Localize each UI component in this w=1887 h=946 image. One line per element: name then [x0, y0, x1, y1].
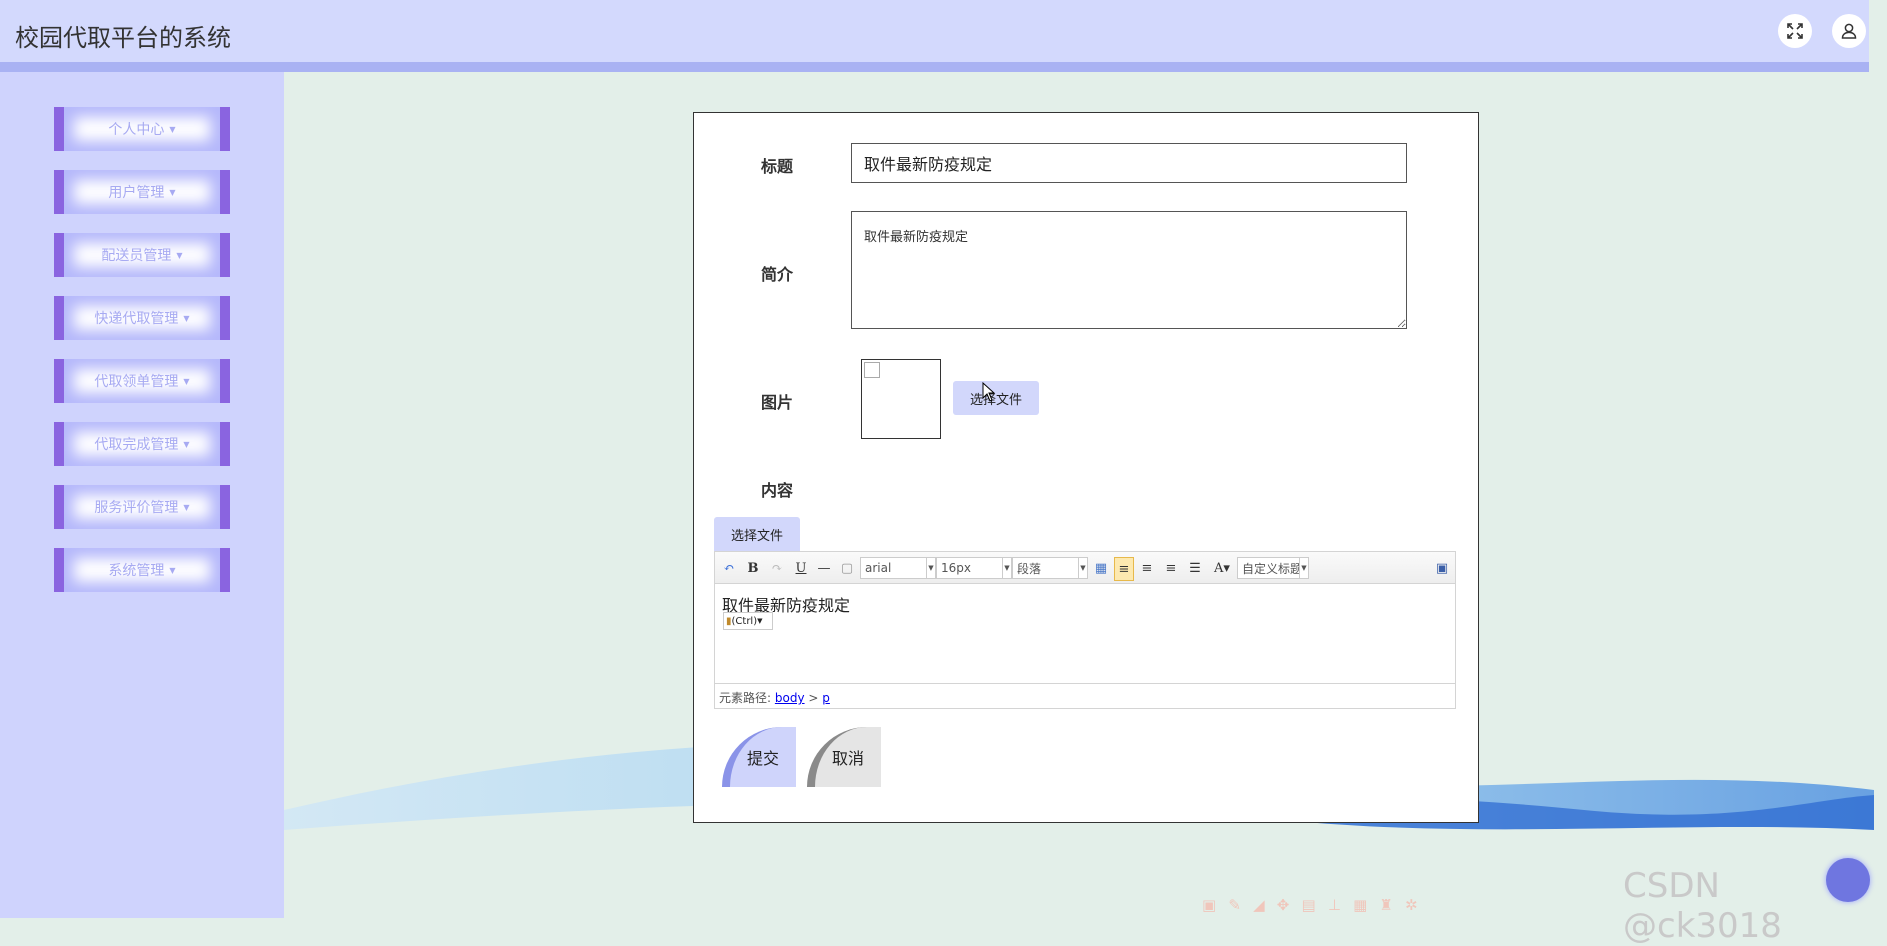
broken-image-icon	[864, 362, 880, 378]
floating-assist-button[interactable]	[1826, 858, 1870, 902]
custom-title-select[interactable]: 自定义标题 ▼	[1237, 557, 1309, 579]
image-choose-file-button[interactable]: 选择文件	[953, 381, 1039, 415]
element-path-label: 元素路径:	[719, 691, 772, 705]
content-choose-file-button[interactable]: 选择文件	[714, 517, 800, 551]
caret-down-icon: ▼	[926, 558, 935, 578]
submit-button[interactable]: 提交	[722, 727, 796, 787]
sidebar-item-label: 系统管理	[108, 563, 165, 579]
undo-icon[interactable]: ↶	[721, 558, 737, 578]
top-header: 校园代取平台的系统	[0, 0, 1869, 72]
sidebar-item-completion-management[interactable]: 代取完成管理 ▼	[54, 422, 230, 466]
app-title: 校园代取平台的系统	[15, 24, 231, 52]
caret-down-icon: ▼	[1002, 558, 1011, 578]
align-right-icon[interactable]: ≡	[1138, 558, 1156, 578]
path-p-link[interactable]: p	[822, 691, 830, 705]
paragraph-value: 段落	[1017, 561, 1042, 576]
intro-label: 简介	[761, 265, 794, 284]
editor-paragraph: 取件最新防疫规定	[722, 596, 851, 615]
sidebar-item-courier-management[interactable]: 配送员管理 ▼	[54, 233, 230, 277]
paste-hint: (Ctrl)	[731, 615, 758, 627]
path-separator: >	[808, 691, 819, 705]
underline-icon[interactable]: U	[793, 558, 809, 578]
redo-icon[interactable]: ↷	[769, 558, 785, 578]
fullscreen-button[interactable]	[1778, 14, 1812, 48]
sidebar-item-review-management[interactable]: 服务评价管理 ▼	[54, 485, 230, 529]
paste-options-chip[interactable]: ▮ (Ctrl) ▼	[723, 612, 773, 630]
content-label: 内容	[761, 481, 794, 500]
caret-down-icon: ▼	[169, 187, 176, 197]
font-family-value: arial	[865, 561, 892, 575]
align-left-icon[interactable]: ≡	[1114, 557, 1134, 581]
edit-form-panel: 标题 简介 取件最新防疫规定 图片 选择文件 内容 选择文件 ↶ B ↷ U —…	[693, 112, 1479, 823]
font-size-select[interactable]: 16px ▼	[936, 557, 1012, 579]
rich-text-editor: ↶ B ↷ U — ▢ arial ▼ 16px ▼ 段落 ▼ ▦ ≡ ≡ ≡ ☰ A…	[714, 551, 1456, 709]
editor-statusbar: 元素路径: body > p	[715, 683, 1455, 708]
ime-toolbar[interactable]: ▣ ✎ ◢ ✥ ▤ ⊥ ▦ ♜ ✲	[1202, 896, 1422, 914]
image-label: 图片	[761, 393, 794, 412]
editor-toolbar: ↶ B ↷ U — ▢ arial ▼ 16px ▼ 段落 ▼ ▦ ≡ ≡ ≡ ☰ A…	[715, 552, 1455, 584]
sidebar-item-pickup-management[interactable]: 快递代取管理 ▼	[54, 296, 230, 340]
caret-down-icon: ▼	[169, 565, 176, 575]
caret-down-icon: ▼	[183, 376, 190, 386]
fullscreen-icon	[1787, 23, 1803, 39]
sidebar-item-label: 代取领单管理	[94, 374, 179, 390]
sidebar-item-label: 配送员管理	[101, 248, 172, 264]
preview-icon[interactable]: ▣	[1433, 558, 1451, 578]
sidebar-item-order-claim-management[interactable]: 代取领单管理 ▼	[54, 359, 230, 403]
user-icon	[1841, 23, 1857, 39]
sidebar-item-label: 快递代取管理	[94, 311, 179, 327]
bold-icon[interactable]: B	[745, 558, 761, 578]
image-preview	[861, 359, 941, 439]
cancel-button[interactable]: 取消	[807, 727, 881, 787]
caret-down-icon: ▼	[169, 124, 176, 134]
sidebar-item-label: 用户管理	[108, 185, 165, 201]
custom-title-value: 自定义标题	[1242, 561, 1300, 576]
align-justify-icon[interactable]: ☰	[1186, 558, 1204, 578]
title-input[interactable]	[851, 143, 1407, 183]
sidebar-item-personal-center[interactable]: 个人中心 ▼	[54, 107, 230, 151]
page-icon[interactable]: ▢	[839, 558, 855, 578]
user-button[interactable]	[1832, 14, 1866, 48]
sidebar-item-label: 服务评价管理	[94, 500, 179, 516]
caret-down-icon: ▼	[183, 502, 190, 512]
caret-down-icon: ▼	[757, 617, 763, 625]
horizontal-rule-icon[interactable]: —	[816, 558, 832, 578]
caret-down-icon: ▼	[1078, 558, 1087, 578]
font-size-value: 16px	[941, 561, 971, 575]
caret-down-icon: ▼	[183, 439, 190, 449]
sidebar: 个人中心 ▼ 用户管理 ▼ 配送员管理 ▼ 快递代取管理 ▼ 代取领单管理 ▼ 代取完成管…	[0, 72, 284, 918]
sidebar-item-system-management[interactable]: 系统管理 ▼	[54, 548, 230, 592]
align-center-icon[interactable]: ≡	[1162, 558, 1180, 578]
caret-down-icon: ▼	[176, 250, 183, 260]
sidebar-item-user-management[interactable]: 用户管理 ▼	[54, 170, 230, 214]
table-icon[interactable]: ▦	[1092, 558, 1110, 578]
font-color-icon[interactable]: A▾	[1210, 558, 1234, 578]
sidebar-item-label: 个人中心	[108, 122, 165, 138]
title-label: 标题	[761, 157, 794, 176]
caret-down-icon: ▼	[1299, 558, 1308, 578]
editor-content-area[interactable]: 取件最新防疫规定 ▮ (Ctrl) ▼	[715, 584, 1455, 680]
path-body-link[interactable]: body	[775, 691, 805, 705]
caret-down-icon: ▼	[183, 313, 190, 323]
sidebar-item-label: 代取完成管理	[94, 437, 179, 453]
intro-textarea[interactable]: 取件最新防疫规定	[851, 211, 1407, 329]
mouse-cursor-icon	[982, 382, 996, 402]
font-family-select[interactable]: arial ▼	[860, 557, 936, 579]
paragraph-select[interactable]: 段落 ▼	[1012, 557, 1088, 579]
